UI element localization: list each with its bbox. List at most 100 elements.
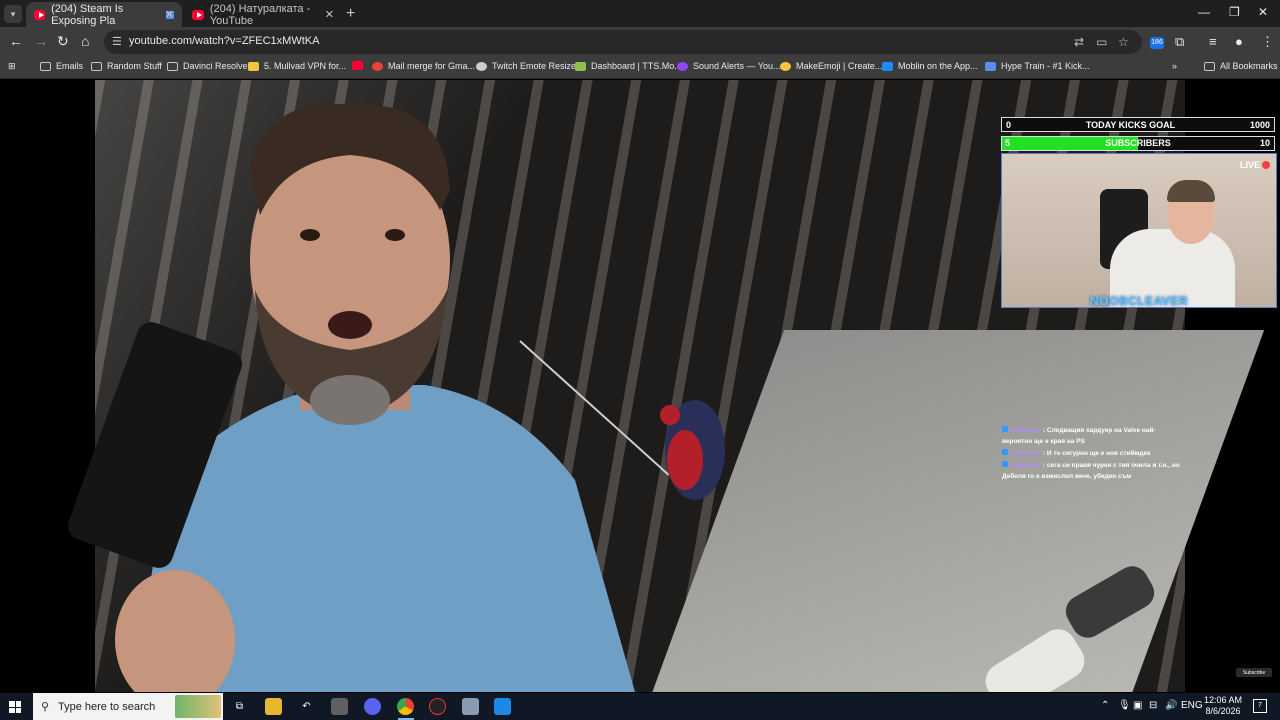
bookmark-label: Davinci Resolve (183, 61, 248, 71)
bookmark-label: Random Stuff (107, 61, 162, 71)
microphone-icon[interactable]: 🎙 (1118, 700, 1131, 711)
app-window-icon[interactable] (331, 698, 348, 715)
media-controls-icon[interactable]: ≡ (1209, 34, 1217, 49)
notification-center-icon[interactable]: 7 (1253, 699, 1267, 713)
bookmark-mullvad[interactable]: 5. Mullvad VPN for... (248, 61, 346, 71)
windows-taskbar: ⚲ Type here to search ⧉ ↶ ⌃ 🎙 ▣ ⊟ 🔊 ENG … (0, 693, 1280, 720)
webcam-overlay (1001, 153, 1277, 308)
bookmark-emails[interactable]: Emails (40, 61, 83, 71)
bookmark-label: Moblin on the App... (898, 61, 978, 71)
apps-icon[interactable]: ⊞ (8, 61, 16, 72)
extension-badge[interactable]: 186 (1150, 37, 1164, 49)
chat-text: : И то сигурно ще е нов стиймдек (1042, 450, 1151, 457)
chat-message: sslavchev : Следващия хардуер на Valve н… (1002, 425, 1182, 447)
hype-train-icon (985, 61, 996, 71)
subs-label: SUBSCRIBERS (1105, 138, 1171, 148)
bookmark-mail-merge[interactable]: Mail merge for Gma... (372, 61, 475, 71)
discord-icon[interactable] (364, 698, 381, 715)
back-icon[interactable]: ← (9, 33, 23, 49)
youtube-icon (352, 61, 363, 70)
subscribe-label: Subscribe (1242, 669, 1266, 676)
folder-icon (167, 61, 178, 71)
bookmarks-bar: ⊞ Emails Random Stuff Davinci Resolve 5.… (0, 57, 1280, 79)
tray-overflow-icon[interactable]: ⌃ (1101, 700, 1109, 711)
clock[interactable]: 12:06 AM 8/6/2026 (1197, 695, 1249, 717)
mullvad-icon (248, 61, 259, 71)
tab-naturalkata[interactable]: (204) Натуралката - YouTube ✕ (184, 2, 342, 27)
network-icon[interactable]: ⊟ (1149, 700, 1157, 711)
clock-time: 12:06 AM (1203, 695, 1243, 705)
bookmark-sound-alerts[interactable]: Sound Alerts — You... (677, 61, 781, 71)
search-placeholder: Type here to search (58, 701, 156, 713)
install-app-icon[interactable]: ▭ (1096, 35, 1107, 49)
profile-avatar-icon[interactable]: ● (1235, 34, 1243, 49)
close-tab-icon[interactable]: ✕ (165, 8, 174, 21)
app-window2-icon[interactable] (462, 698, 479, 715)
goal-label: TODAY KICKS GOAL (1085, 119, 1176, 130)
kicks-goal-bar: 0 TODAY KICKS GOAL 1000 (1001, 117, 1275, 132)
display-icon[interactable]: ▣ (1133, 700, 1142, 711)
bookmark-label: Twitch Emote Resizer (492, 61, 580, 71)
chat-username: sslavchev (1010, 450, 1042, 457)
bookmark-star-icon[interactable]: ☆ (1118, 35, 1129, 49)
site-info-icon[interactable]: ☰ (112, 35, 122, 48)
task-view-icon[interactable]: ⧉ (231, 698, 248, 715)
chat-username: sslavchev (1010, 462, 1042, 469)
tab-search-button[interactable]: ▾ (4, 5, 22, 23)
bookmark-label: 5. Mullvad VPN for... (264, 61, 347, 71)
bookmark-label: MakeEmoji | Create... (796, 61, 883, 71)
bookmark-moblin[interactable]: Moblin on the App... (882, 61, 978, 71)
forward-icon[interactable]: → (34, 33, 48, 49)
bookmark-davinci[interactable]: Davinci Resolve (167, 61, 248, 71)
subs-target: 10 (1259, 138, 1270, 148)
chat-username: sslavchev (1010, 427, 1042, 434)
address-bar[interactable]: ☰ youtube.com/watch?v=ZFEC1xMWtKA ⇄ ▭ ☆ (104, 30, 1142, 54)
menu-icon[interactable]: ⋮ (1261, 34, 1274, 50)
app-c-icon[interactable]: ↶ (298, 698, 315, 715)
volume-icon[interactable]: 🔊 (1165, 700, 1177, 711)
reload-icon[interactable]: ↻ (57, 33, 69, 50)
bookmarks-overflow-icon[interactable]: » (1172, 61, 1177, 71)
restore-icon[interactable]: ❐ (1229, 5, 1240, 19)
translate-icon[interactable]: ⇄ (1074, 35, 1084, 49)
url-text[interactable]: youtube.com/watch?v=ZFEC1xMWtKA (129, 35, 319, 47)
streamer-hair (1167, 180, 1215, 202)
extensions-icon[interactable]: ⧉ (1175, 34, 1184, 50)
bookmark-makeemoji[interactable]: MakeEmoji | Create... (780, 61, 882, 71)
bookmark-label: Mail merge for Gma... (388, 61, 476, 71)
home-icon[interactable]: ⌂ (81, 33, 89, 49)
chat-message: sslavchev : сега си правя чурки с тия оч… (1002, 460, 1182, 482)
bookmark-label: All Bookmarks (1220, 61, 1278, 71)
minimize-icon[interactable]: — (1198, 5, 1210, 19)
paint-icon[interactable] (494, 698, 511, 715)
browser-toolbar: ← → ↻ ⌂ ☰ youtube.com/watch?v=ZFEC1xMWtK… (0, 27, 1280, 57)
bookmark-hype-train[interactable]: Hype Train - #1 Kick... (985, 61, 1090, 71)
start-button[interactable] (9, 701, 21, 713)
bookmark-youtube[interactable] (352, 61, 368, 70)
chat-badge-icon (1002, 426, 1008, 432)
close-window-icon[interactable]: ✕ (1258, 5, 1268, 19)
streamer-name: NOOBCLEAVER (1090, 294, 1188, 308)
new-tab-button[interactable]: + (346, 5, 355, 23)
subscribe-watermark[interactable]: Subscribe (1236, 668, 1272, 677)
obs-icon[interactable] (429, 698, 446, 715)
tab-steam-video[interactable]: (204) Steam Is Exposing Pla ✕ (26, 2, 182, 27)
bookmark-emote-resizer[interactable]: Twitch Emote Resizer (476, 61, 579, 71)
bookmark-tts[interactable]: Dashboard | TTS.Mo... (575, 61, 682, 71)
notification-count: 7 (1258, 702, 1262, 709)
tts-icon (575, 61, 586, 71)
close-tab-icon[interactable]: ✕ (325, 8, 334, 21)
bookmark-random-stuff[interactable]: Random Stuff (91, 61, 162, 71)
tab-title: (204) Натуралката - YouTube (209, 2, 311, 27)
chrome-icon[interactable] (397, 698, 414, 715)
all-bookmarks[interactable]: All Bookmarks (1204, 61, 1278, 71)
live-indicator: LIVE (1240, 160, 1271, 170)
goal-current: 0 (1006, 119, 1012, 130)
live-label: LIVE (1240, 160, 1261, 170)
taskbar-search[interactable]: ⚲ Type here to search (33, 693, 223, 720)
search-icon: ⚲ (41, 701, 50, 713)
youtube-icon (192, 9, 204, 20)
subscribers-goal-bar: 5 SUBSCRIBERS 10 (1001, 136, 1275, 151)
file-explorer-icon[interactable] (265, 698, 282, 715)
emote-resizer-icon (476, 61, 487, 71)
